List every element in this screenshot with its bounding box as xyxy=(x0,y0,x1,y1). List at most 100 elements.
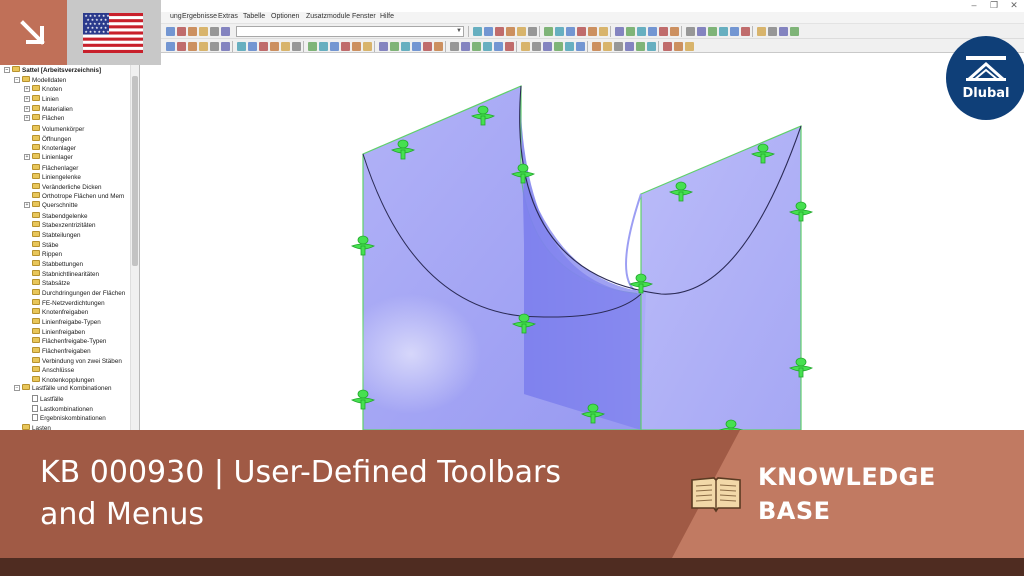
toolbar-button-icon[interactable] xyxy=(599,27,608,36)
menu-item-tabelle[interactable]: Tabelle xyxy=(243,13,265,20)
tree-item[interactable]: Flächenfreigaben xyxy=(24,346,91,356)
toolbar-button-icon[interactable] xyxy=(401,42,410,51)
menu-item-ergebnisse[interactable]: Ergebnisse xyxy=(182,13,217,20)
tree-item[interactable]: Stabbettungen xyxy=(24,259,83,269)
toolbar-button-icon[interactable] xyxy=(188,42,197,51)
language-selector[interactable]: ★ ★ ★ ★ ★ ★ ★ ★ ★ ★ ★ ★ ★ ★ ★ ★ ★ ★ ★ ★ … xyxy=(67,0,161,65)
toolbar-button-icon[interactable] xyxy=(637,27,646,36)
toolbar-button-icon[interactable] xyxy=(708,27,717,36)
tree-item[interactable]: Rippen xyxy=(24,249,62,259)
toolbar-button-icon[interactable] xyxy=(603,42,612,51)
toolbar-button-icon[interactable] xyxy=(555,27,564,36)
menu-item-berechnung[interactable]: ung xyxy=(170,13,182,20)
toolbar-button-icon[interactable] xyxy=(434,42,443,51)
toolbar-button-icon[interactable] xyxy=(614,42,623,51)
toolbar-button-icon[interactable] xyxy=(697,27,706,36)
tree-item[interactable]: Stabendgelenke xyxy=(24,211,88,221)
tree-item[interactable]: Lasten xyxy=(14,423,51,430)
tree-item[interactable]: Flächenlager xyxy=(24,163,78,173)
toolbar-button-icon[interactable] xyxy=(532,42,541,51)
close-button[interactable]: ✕ xyxy=(1004,0,1024,12)
toolbar-button-icon[interactable] xyxy=(648,27,657,36)
toolbar-button-icon[interactable] xyxy=(341,42,350,51)
tree-item[interactable]: − Modelldaten xyxy=(14,75,66,86)
toolbar-button-icon[interactable] xyxy=(659,27,668,36)
tree-item[interactable]: + Knoten xyxy=(24,85,62,95)
toolbar-button-icon[interactable] xyxy=(472,42,481,51)
toolbar-button-icon[interactable] xyxy=(473,27,482,36)
toolbar-button-icon[interactable] xyxy=(521,42,530,51)
tree-item[interactable]: Flächenfreigabe-Typen xyxy=(24,336,106,346)
toolbar-button-icon[interactable] xyxy=(352,42,361,51)
toolbar-button-icon[interactable] xyxy=(554,42,563,51)
toolbar-button-icon[interactable] xyxy=(461,42,470,51)
toolbar-button-icon[interactable] xyxy=(647,42,656,51)
toolbar-button-icon[interactable] xyxy=(685,42,694,51)
toolbar-button-icon[interactable] xyxy=(363,42,372,51)
tree-item[interactable]: Volumenkörper xyxy=(24,124,84,134)
tree-item[interactable]: Linienfreigabe-Typen xyxy=(24,317,101,327)
tree-item[interactable]: + Linienlager xyxy=(24,152,73,163)
tree-item[interactable]: Verbindung von zwei Stäben xyxy=(24,356,122,366)
tree-expander-icon[interactable]: − xyxy=(4,67,10,73)
toolbar-button-icon[interactable] xyxy=(615,27,624,36)
toolbar-button-icon[interactable] xyxy=(674,42,683,51)
toolbar-button-icon[interactable] xyxy=(741,27,750,36)
tree-item[interactable]: + Materialien xyxy=(24,104,73,115)
tree-item[interactable]: Linienfreigaben xyxy=(24,327,85,337)
toolbar-button-icon[interactable] xyxy=(308,42,317,51)
scrollbar-thumb[interactable] xyxy=(132,76,138,266)
toolbar-button-icon[interactable] xyxy=(177,27,186,36)
toolbar-button-icon[interactable] xyxy=(565,42,574,51)
toolbar-button-icon[interactable] xyxy=(544,27,553,36)
menu-item-optionen[interactable]: Optionen xyxy=(271,13,299,20)
toolbar-button-icon[interactable] xyxy=(588,27,597,36)
tree-item[interactable]: Stabnichtlinearitäten xyxy=(24,269,99,279)
toolbar-button-icon[interactable] xyxy=(625,42,634,51)
tree-item[interactable]: + Flächen xyxy=(24,114,64,124)
tree-expander-icon[interactable]: + xyxy=(24,202,30,209)
menu-item-fenster[interactable]: Fenster xyxy=(352,13,376,20)
toolbar-button-icon[interactable] xyxy=(626,27,635,36)
menu-item-extras[interactable]: Extras xyxy=(218,13,238,20)
toolbar-button-icon[interactable] xyxy=(210,27,219,36)
tree-item[interactable]: Stabsätze xyxy=(24,278,70,288)
toolbar-button-icon[interactable] xyxy=(636,42,645,51)
toolbar-button-icon[interactable] xyxy=(670,27,679,36)
tree-expander-icon[interactable]: + xyxy=(24,105,30,112)
toolbar-button-icon[interactable] xyxy=(379,42,388,51)
toolbar-button-icon[interactable] xyxy=(566,27,575,36)
toolbar-button-icon[interactable] xyxy=(719,27,728,36)
toolbar-button-icon[interactable] xyxy=(210,42,219,51)
toolbar-button-icon[interactable] xyxy=(177,42,186,51)
toolbar-button-icon[interactable] xyxy=(495,27,504,36)
tree-item[interactable]: Lastkombinationen xyxy=(24,404,93,414)
tree-expander-icon[interactable]: + xyxy=(24,95,30,102)
toolbar-button-icon[interactable] xyxy=(221,27,230,36)
toolbar-button-icon[interactable] xyxy=(423,42,432,51)
toolbar-button-icon[interactable] xyxy=(199,27,208,36)
tree-expander-icon[interactable]: + xyxy=(24,153,30,160)
menu-item-zusatzmodule[interactable]: Zusatzmodule xyxy=(306,13,350,20)
toolbar-button-icon[interactable] xyxy=(319,42,328,51)
tree-item[interactable]: Knotenkopplungen xyxy=(24,375,95,385)
toolbar-button-icon[interactable] xyxy=(483,42,492,51)
toolbar-button-icon[interactable] xyxy=(166,42,175,51)
menu-item-hilfe[interactable]: Hilfe xyxy=(380,13,394,20)
toolbar-button-icon[interactable] xyxy=(450,42,459,51)
toolbar-button-icon[interactable] xyxy=(270,42,279,51)
tree-item[interactable]: Orthotrope Flächen und Mem xyxy=(24,191,124,201)
tree-item[interactable]: Stabteilungen xyxy=(24,230,81,240)
toolbar-button-icon[interactable] xyxy=(166,27,175,36)
tree-expander-icon[interactable]: − xyxy=(14,385,20,392)
toolbar-button-icon[interactable] xyxy=(484,27,493,36)
tree-item[interactable]: Stabexzentrizitäten xyxy=(24,220,96,230)
navigator-scrollbar[interactable] xyxy=(130,64,139,430)
tree-expander-icon[interactable]: + xyxy=(24,86,30,93)
tree-item[interactable]: Ergebniskombinationen xyxy=(24,413,106,423)
tree-item[interactable]: − Lastfälle und Kombinationen xyxy=(14,384,111,394)
toolbar-button-icon[interactable] xyxy=(281,42,290,51)
toolbar-button-icon[interactable] xyxy=(517,27,526,36)
restore-button[interactable]: ❐ xyxy=(984,0,1004,12)
tree-item[interactable]: Knotenlager xyxy=(24,143,76,153)
